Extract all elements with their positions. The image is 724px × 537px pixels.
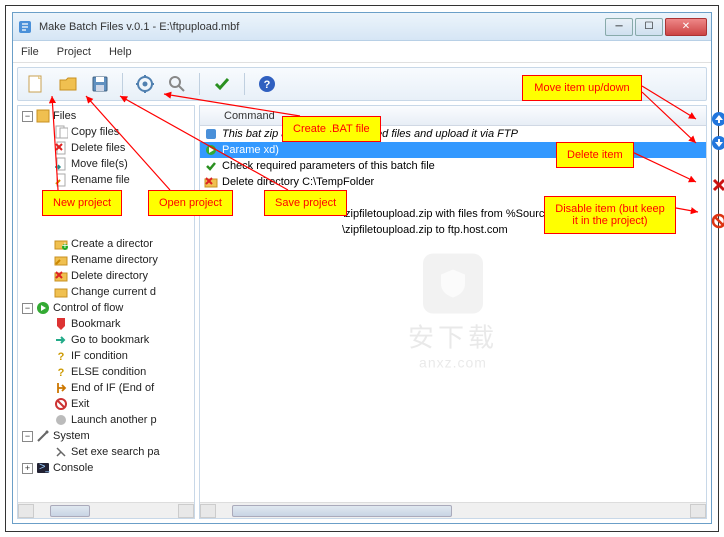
h-scrollbar-right[interactable] [200, 502, 706, 518]
column-header[interactable]: Command [200, 106, 706, 126]
help-button[interactable]: ? [255, 72, 279, 96]
tree-item[interactable]: +Create a director [18, 236, 194, 252]
tree-group-flow[interactable]: −Control of flow [18, 300, 194, 316]
maximize-button[interactable]: ☐ [635, 18, 663, 36]
save-project-button[interactable] [88, 72, 112, 96]
create-bat-button[interactable] [133, 72, 157, 96]
app-icon [17, 19, 33, 35]
svg-text:?: ? [58, 367, 65, 379]
menubar: File Project Help [13, 41, 711, 63]
tree-group-system[interactable]: −System [18, 428, 194, 444]
callout-move-updown: Move item up/down [522, 75, 642, 101]
tree-item[interactable]: Move file(s) [18, 156, 194, 172]
menu-help[interactable]: Help [109, 46, 132, 58]
minimize-button[interactable]: ─ [605, 18, 633, 36]
tree-item[interactable]: Copy files [18, 124, 194, 140]
disable-item-button[interactable] [710, 212, 724, 230]
tree-item[interactable]: Go to bookmark [18, 332, 194, 348]
tree-group-console[interactable]: +>_Console [18, 460, 194, 476]
callout-open-project: Open project [148, 190, 233, 216]
tree-item[interactable]: Rename directory [18, 252, 194, 268]
menu-project[interactable]: Project [57, 46, 91, 58]
window-title: Make Batch Files v.0.1 - E:\ftpupload.mb… [39, 21, 605, 33]
menu-file[interactable]: File [21, 46, 39, 58]
tree-item[interactable]: Set exe search pa [18, 444, 194, 460]
callout-new-project: New project [42, 190, 122, 216]
check-button[interactable] [210, 72, 234, 96]
tree-item[interactable]: Rename file [18, 172, 194, 188]
callout-save-project: Save project [264, 190, 347, 216]
tree-item[interactable]: Launch another p [18, 412, 194, 428]
open-project-button[interactable] [56, 72, 80, 96]
tree-item[interactable]: Exit [18, 396, 194, 412]
tree-item[interactable]: End of IF (End of [18, 380, 194, 396]
command-row[interactable]: Delete directory C:\TempFolder [200, 174, 706, 190]
callout-delete: Delete item [556, 142, 634, 168]
categories-panel: −Files Copy files Delete files Move file… [17, 105, 195, 519]
tree-item[interactable]: ?ELSE condition [18, 364, 194, 380]
svg-text:?: ? [264, 79, 271, 91]
tree-item[interactable]: Delete files [18, 140, 194, 156]
move-down-button[interactable] [710, 134, 724, 152]
search-button[interactable] [165, 72, 189, 96]
new-project-button[interactable] [24, 72, 48, 96]
window-controls: ─ ☐ ✕ [605, 18, 707, 36]
tree-item[interactable]: ?IF condition [18, 348, 194, 364]
tree-group-files[interactable]: −Files [18, 108, 194, 124]
titlebar: Make Batch Files v.0.1 - E:\ftpupload.mb… [13, 13, 711, 41]
delete-item-button[interactable] [710, 176, 724, 194]
callout-disable: Disable item (but keep it in the project… [544, 196, 676, 234]
close-button[interactable]: ✕ [665, 18, 707, 36]
callout-create-bat: Create .BAT file [282, 116, 381, 142]
category-tree[interactable]: −Files Copy files Delete files Move file… [18, 106, 194, 478]
command-row[interactable]: This bat zip archive from specified file… [200, 126, 706, 142]
tree-item[interactable]: Change current d [18, 284, 194, 300]
svg-text:>_: >_ [39, 461, 50, 473]
svg-text:+: + [62, 240, 68, 251]
tree-item[interactable]: Delete directory [18, 268, 194, 284]
h-scrollbar-left[interactable] [18, 502, 194, 518]
tree-item[interactable]: Bookmark [18, 316, 194, 332]
svg-text:?: ? [58, 351, 65, 363]
side-toolbar [708, 106, 724, 230]
move-up-button[interactable] [710, 110, 724, 128]
command-list[interactable]: This bat zip archive from specified file… [200, 126, 706, 502]
